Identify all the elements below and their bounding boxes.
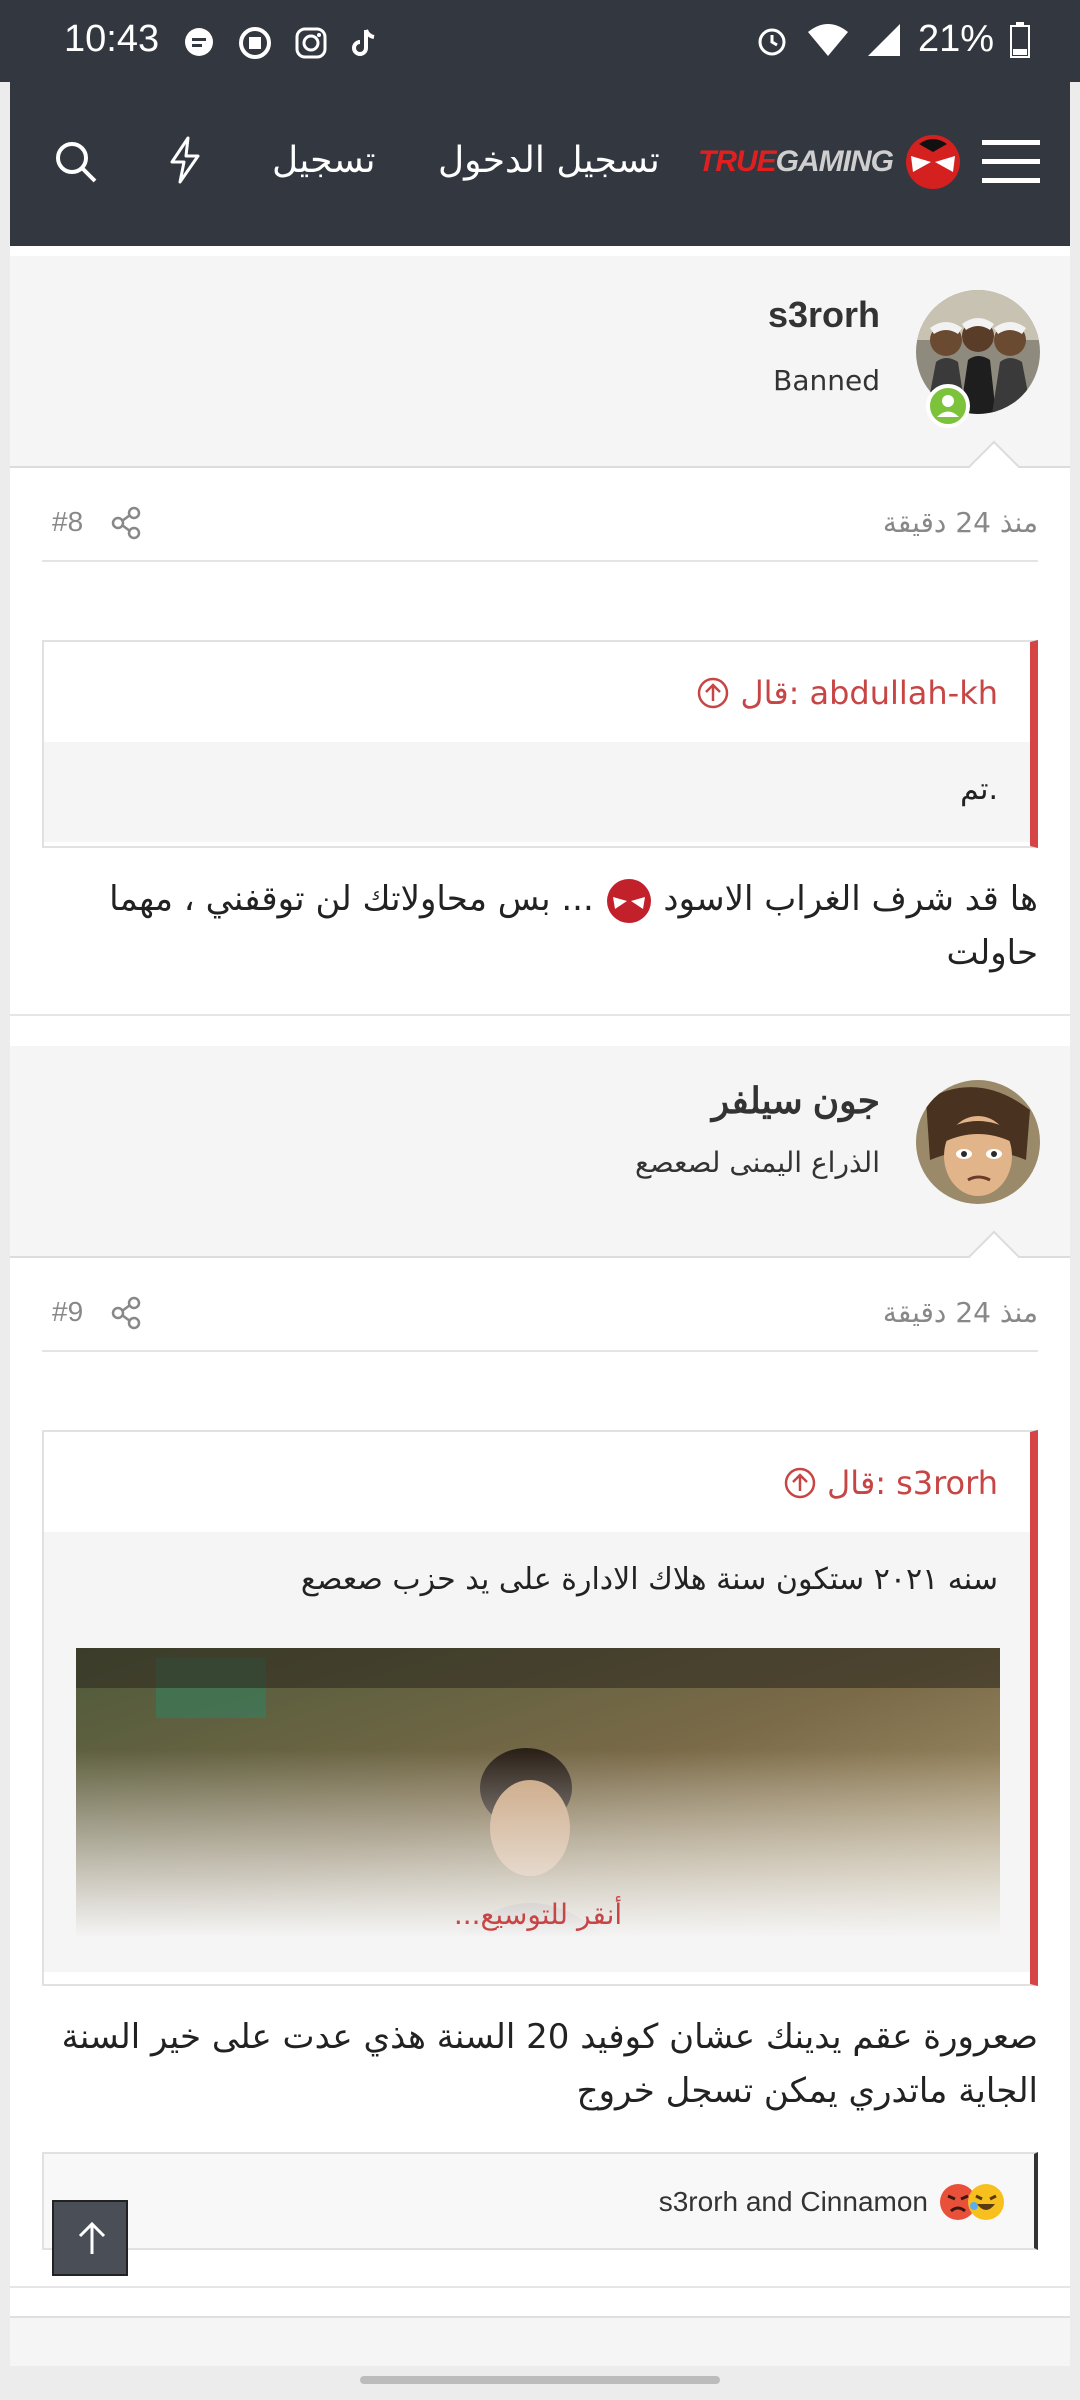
search-icon[interactable] [54,140,98,184]
online-status-icon [926,384,970,428]
wifi-icon [807,23,848,56]
share-icon[interactable] [110,1296,144,1330]
post-separator [10,2286,1070,2288]
quote-author-link[interactable]: قال: s3rorh [783,1464,998,1502]
quote-author: abdullah-kh [809,674,998,712]
battery-icon [1010,21,1030,58]
jump-to-quote-icon [784,1467,816,1499]
scroll-to-top-button[interactable] [52,2200,128,2276]
quote-block: قال: s3rorh سنه ٢٠٢١ ستكون سنة هلاك الاد… [42,1430,1038,1986]
post-user-block: جون سيلفر الذراع اليمنى لصعصع [10,1046,1070,1258]
tiktok-icon [352,29,375,56]
post-message: ها قد شرف الغراب الاسود ... بس محاولاتك … [42,872,1038,980]
status-right: 21% [754,18,1030,61]
logo-mascot-icon [906,135,960,189]
chat-notification-icon [185,28,213,56]
arrow-up-icon [78,2221,106,2254]
quote-body: سنه ٢٠٢١ ستكون سنة هلاك الادارة على يد ح… [44,1532,1030,1972]
notification-icons [182,26,380,60]
quote-author-link[interactable]: قال: abdullah-kh [696,674,998,712]
quote-block: قال: abdullah-kh تم. [42,640,1038,848]
hamburger-menu-icon[interactable] [982,138,1040,186]
quote-header: قال: s3rorh [44,1432,1030,1532]
next-post-edge [10,2316,1070,2366]
instagram-icon [295,27,327,59]
quote-text: سنه ٢٠٢١ ستكون سنة هلاك الادارة على يد ح… [300,1562,998,1597]
laughing-reaction-icon [968,2184,1004,2220]
app-header: تسجيل تسجيل الدخول TRUEGAMING [10,82,1070,246]
post-meta-row: #8 منذ 24 دقيقة [42,492,1038,562]
post-time[interactable]: منذ 24 دقيقة [883,506,1038,539]
post-username[interactable]: s3rorh [768,294,880,336]
post-user-block: s3rorh Banned [10,256,1070,468]
register-link[interactable]: تسجيل [272,140,376,181]
whats-new-lightning-icon[interactable] [168,136,202,184]
login-link[interactable]: تسجيل الدخول [438,140,660,181]
post-separator [10,1014,1070,1016]
status-bar: 10:43 21% [0,0,1080,82]
truegaming-logo[interactable]: TRUEGAMING [698,132,963,192]
post-user-title: Banned [773,364,880,397]
quoted-gif-image[interactable]: أنقر للتوسيع... [76,1648,1000,1938]
post-meta-row: #9 منذ 24 دقيقة [42,1282,1038,1352]
angry-mascot-emoji-icon [606,878,651,923]
avatar[interactable] [916,1080,1040,1204]
post-text-part1: ها قد شرف الغراب الاسود [663,879,1038,919]
quote-author: s3rorh [896,1464,998,1502]
post-text-line2: حاولت [946,933,1038,973]
post-number[interactable]: #8 [52,506,83,538]
post-user-title: الذراع اليمنى لصعصع [634,1146,880,1179]
alarm-icon [758,28,786,55]
quote-said: قال: [740,674,800,712]
post-text-line2: الجاية ماتدري يمكن تسجل خروج [576,2071,1038,2111]
share-icon[interactable] [110,506,144,540]
thread-content: s3rorh Banned #8 منذ 24 دقيقة قال: abdul… [10,246,1070,2366]
post-username[interactable]: جون سيلفر [712,1080,880,1122]
quote-body: تم. [44,742,1030,842]
quote-header: قال: abdullah-kh [44,642,1030,742]
quote-text: تم. [960,772,998,807]
reactions-bar[interactable]: s3rorh and Cinnamon [42,2152,1038,2250]
post-text-part2: ... بس محاولاتك لن توقفني ، مهما [109,879,594,919]
battery-percent: 21% [917,18,994,60]
status-time: 10:43 [64,18,160,60]
post-time[interactable]: منذ 24 دقيقة [883,1296,1038,1329]
message-notification-icon [239,27,271,59]
post-message: صعرورة عقم يدينك عشان كوفيد 20 السنة هذي… [42,2010,1038,2118]
reactions-users[interactable]: s3rorh and Cinnamon [659,2186,928,2218]
quote-said: قال: [826,1464,887,1502]
logo-text: TRUEGAMING [698,145,894,178]
signal-icon [867,23,900,56]
click-to-expand-link[interactable]: أنقر للتوسيع... [76,1898,1000,1931]
post-number[interactable]: #9 [52,1296,83,1328]
jump-to-quote-icon [698,677,729,709]
home-gesture-bar[interactable] [360,2376,720,2384]
post-text-line1: صعرورة عقم يدينك عشان كوفيد 20 السنة هذي… [61,2017,1038,2057]
